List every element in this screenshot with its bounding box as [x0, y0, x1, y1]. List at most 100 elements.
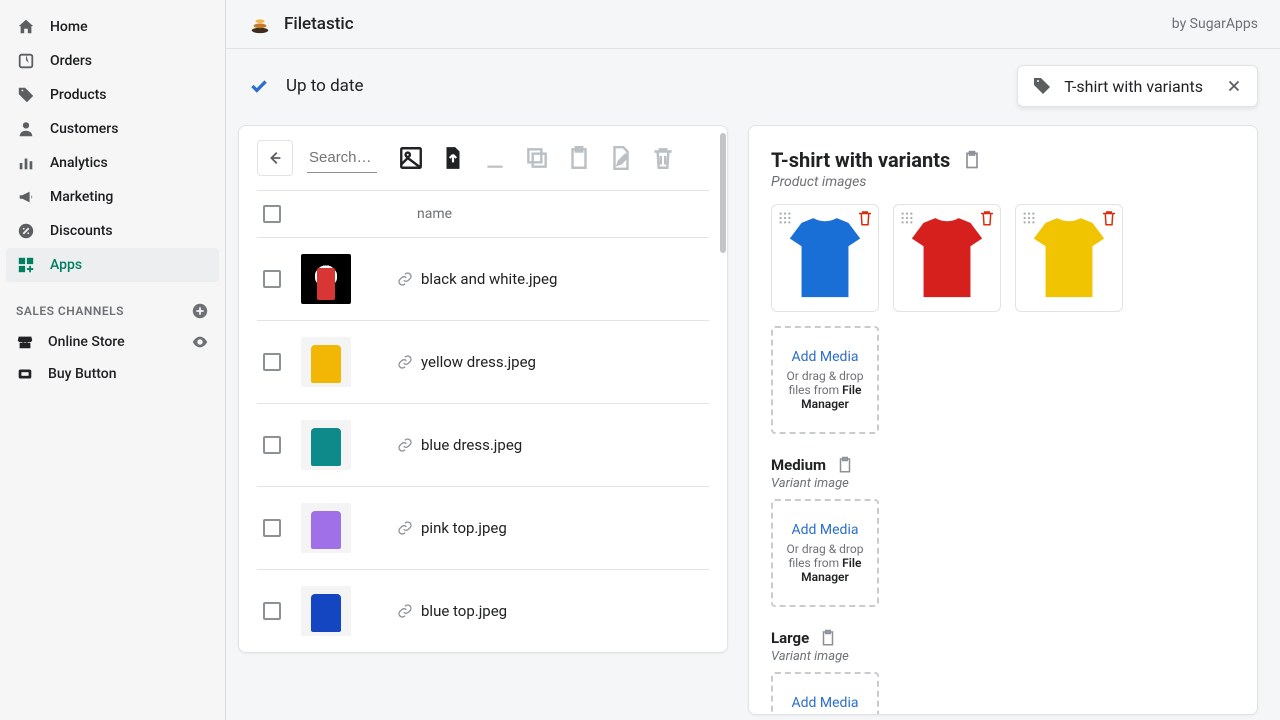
channel-label: Buy Button — [48, 366, 117, 382]
app-attribution: by SugarApps — [1172, 16, 1258, 32]
nav-label: Products — [50, 87, 107, 103]
file-table-header: name — [257, 191, 709, 237]
delete-image-icon[interactable] — [978, 209, 996, 227]
back-button[interactable] — [257, 140, 293, 176]
orders-icon — [16, 51, 36, 71]
drag-handle-icon[interactable] — [900, 211, 914, 225]
file-toolbar — [257, 140, 709, 191]
store-icon — [16, 333, 34, 351]
nav-discounts[interactable]: Discounts — [0, 214, 225, 248]
product-image-card[interactable] — [771, 204, 879, 312]
discount-icon — [16, 221, 36, 241]
home-icon — [16, 17, 36, 37]
link-icon — [397, 437, 413, 453]
add-channel-button[interactable] — [191, 302, 209, 320]
nav-label: Discounts — [50, 223, 113, 239]
nav-label: Customers — [50, 121, 118, 137]
add-media-link[interactable]: Add Media — [792, 522, 859, 538]
drag-handle-icon[interactable] — [1022, 211, 1036, 225]
nav-marketing[interactable]: Marketing — [0, 180, 225, 214]
row-checkbox[interactable] — [263, 270, 281, 288]
pill-label: T-shirt with variants — [1064, 77, 1203, 96]
add-media-dropzone[interactable]: Add Media Or drag & drop files from File… — [771, 672, 879, 715]
nav-products[interactable]: Products — [0, 78, 225, 112]
status-text: Up to date — [286, 76, 364, 96]
buy-button-icon — [16, 365, 34, 383]
nav-customers[interactable]: Customers — [0, 112, 225, 146]
clipboard-icon[interactable] — [962, 150, 982, 170]
clipboard-icon[interactable] — [819, 629, 837, 647]
selected-product-pill: T-shirt with variants — [1017, 65, 1258, 107]
row-checkbox[interactable] — [263, 353, 281, 371]
add-media-dropzone[interactable]: Add Media Or drag & drop files from File… — [771, 326, 879, 434]
link-icon — [397, 271, 413, 287]
file-row[interactable]: black and white.jpeg — [257, 237, 709, 320]
check-icon — [248, 75, 270, 97]
variant-title: Medium — [771, 456, 826, 474]
clipboard-icon — [565, 144, 593, 172]
channel-online-store[interactable]: Online Store — [0, 326, 225, 358]
product-image-card[interactable] — [1015, 204, 1123, 312]
channel-buy-button[interactable]: Buy Button — [0, 358, 225, 390]
download-icon — [481, 144, 509, 172]
add-media-link[interactable]: Add Media — [792, 695, 859, 711]
drag-handle-icon[interactable] — [778, 211, 792, 225]
tag-icon — [1032, 76, 1052, 96]
variant-subtitle: Variant image — [771, 476, 1235, 491]
nav-label: Marketing — [50, 189, 113, 205]
file-row[interactable]: blue dress.jpeg — [257, 403, 709, 486]
sidebar: Home Orders Products Customers Analytics… — [0, 0, 226, 720]
delete-image-icon[interactable] — [1100, 209, 1118, 227]
clipboard-icon[interactable] — [836, 456, 854, 474]
person-icon — [16, 119, 36, 139]
file-row[interactable]: blue top.jpeg — [257, 569, 709, 652]
file-thumbnail — [301, 337, 351, 387]
detail-title: T-shirt with variants — [771, 148, 950, 172]
variant-section: Large Variant image Add Media Or drag & … — [771, 629, 1235, 715]
search-input[interactable] — [307, 143, 377, 173]
nav-label: Orders — [50, 53, 92, 69]
upload-file-icon[interactable] — [439, 144, 467, 172]
copy-icon — [523, 144, 551, 172]
delete-image-icon[interactable] — [856, 209, 874, 227]
file-name-label: blue dress.jpeg — [421, 436, 522, 454]
drop-hint: Or drag & drop files from File Manager — [781, 542, 869, 584]
add-media-link[interactable]: Add Media — [792, 349, 859, 365]
file-name-label: yellow dress.jpeg — [421, 353, 536, 371]
variant-section: Medium Variant image Add Media Or drag &… — [771, 456, 1235, 607]
product-detail-panel: T-shirt with variants Product images — [748, 125, 1258, 715]
nav-orders[interactable]: Orders — [0, 44, 225, 78]
nav-analytics[interactable]: Analytics — [0, 146, 225, 180]
row-checkbox[interactable] — [263, 519, 281, 537]
variant-subtitle: Variant image — [771, 649, 1235, 664]
nav-home[interactable]: Home — [0, 10, 225, 44]
main-area: Filetastic by SugarApps Up to date T-shi… — [226, 0, 1280, 720]
close-icon[interactable] — [1225, 77, 1243, 95]
file-thumbnail — [301, 254, 351, 304]
file-thumbnail — [301, 420, 351, 470]
file-manager-panel: name black and white.jpeg yellow dress.j… — [238, 125, 728, 653]
scrollbar[interactable] — [720, 133, 726, 253]
row-checkbox[interactable] — [263, 602, 281, 620]
variant-title: Large — [771, 629, 809, 647]
tag-icon — [16, 85, 36, 105]
nav-apps[interactable]: Apps — [6, 248, 219, 282]
product-image-card[interactable] — [893, 204, 1001, 312]
file-row[interactable]: pink top.jpeg — [257, 486, 709, 569]
add-media-dropzone[interactable]: Add Media Or drag & drop files from File… — [771, 499, 879, 607]
image-icon[interactable] — [397, 144, 425, 172]
app-title: Filetastic — [284, 14, 354, 34]
link-icon — [397, 520, 413, 536]
preview-icon[interactable] — [191, 333, 209, 351]
sales-channels-header: SALES CHANNELS — [0, 282, 225, 326]
bars-icon — [16, 153, 36, 173]
link-icon — [397, 603, 413, 619]
trash-icon — [649, 144, 677, 172]
select-all-checkbox[interactable] — [263, 205, 281, 223]
row-checkbox[interactable] — [263, 436, 281, 454]
nav-label: Analytics — [50, 155, 108, 171]
file-row[interactable]: yellow dress.jpeg — [257, 320, 709, 403]
apps-icon — [16, 255, 36, 275]
file-thumbnail — [301, 586, 351, 636]
channel-label: Online Store — [48, 334, 125, 350]
